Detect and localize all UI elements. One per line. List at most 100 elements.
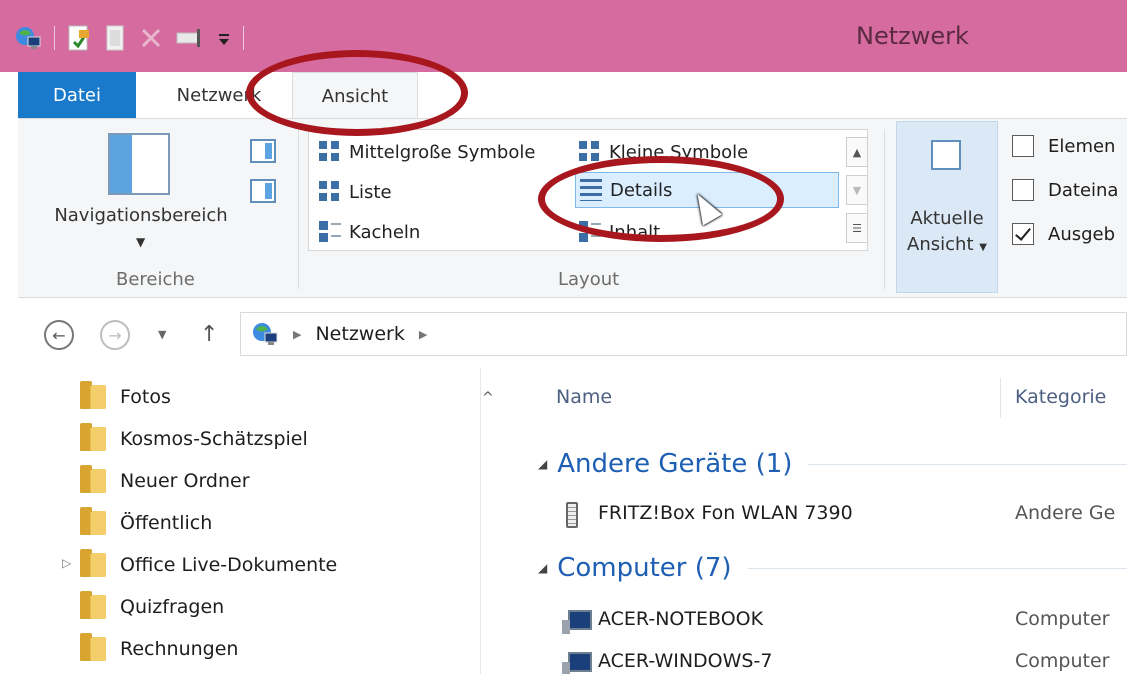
toolbar-separator <box>54 26 55 50</box>
current-view-label-line1: Aktuelle <box>910 208 984 229</box>
scroll-up-chevron-icon[interactable]: ^ <box>482 390 494 406</box>
nav-item-rechnungen[interactable]: Rechnungen <box>80 632 238 666</box>
checkbox-item-checkboxes[interactable]: Elemen <box>1012 131 1115 161</box>
nav-item-public[interactable]: Öffentlich <box>80 506 212 540</box>
group-header-other-devices[interactable]: ◢ Andere Geräte (1) <box>538 444 1127 484</box>
dropdown-arrow-icon: ▼ <box>136 235 146 249</box>
properties-icon[interactable] <box>67 24 91 52</box>
layout-option-label: Mittelgroße Symbole <box>349 141 536 163</box>
gallery-scroll-up-button[interactable]: ▲ <box>846 137 868 167</box>
window-title: Netzwerk <box>856 22 969 50</box>
group-separator <box>884 129 885 289</box>
folder-icon <box>80 591 106 619</box>
address-bar-row: ← → ▼ ↑ ▶ Netzwerk ▶ <box>18 298 1127 368</box>
list-icon <box>319 181 341 203</box>
up-arrow-icon: ↑ <box>200 322 219 347</box>
network-icon[interactable] <box>14 25 42 51</box>
navigation-pane-icon <box>108 133 170 195</box>
item-checkboxes-checkbox[interactable] <box>1012 135 1034 157</box>
nav-item-label: Fotos <box>120 386 171 408</box>
breadcrumb-separator-icon[interactable]: ▶ <box>419 328 427 341</box>
current-view-label: Aktuelle Ansicht ▼ <box>897 206 997 261</box>
file-name: FRITZ!Box Fon WLAN 7390 <box>598 502 853 524</box>
file-row[interactable]: FRITZ!Box Fon WLAN 7390 Andere Ge <box>558 498 1127 532</box>
tab-file[interactable]: Datei <box>18 72 136 118</box>
layout-option-label: Kacheln <box>349 221 421 243</box>
layout-option-label: Liste <box>349 181 392 203</box>
dropdown-arrow-icon: ▼ <box>979 242 987 253</box>
gallery-scroll-down-button[interactable]: ▼ <box>846 175 868 205</box>
breadcrumb-separator-icon[interactable]: ▶ <box>293 328 301 341</box>
breadcrumb-network[interactable]: Netzwerk <box>315 323 404 345</box>
group-label-layout: Layout <box>558 269 620 290</box>
navigation-pane-button[interactable]: Navigationsbereich ▼ <box>36 133 246 263</box>
details-pane-button[interactable] <box>250 179 276 203</box>
layout-option-content[interactable]: Inhalt <box>579 214 660 250</box>
preview-pane-button[interactable] <box>250 139 276 163</box>
file-name: ACER-WINDOWS-7 <box>598 650 773 672</box>
checkbox-label: Dateina <box>1048 179 1119 201</box>
tiles-icon <box>319 221 341 243</box>
file-row[interactable]: ACER-NOTEBOOK Computer <box>558 604 1127 638</box>
current-view-label-line2: Ansicht <box>907 234 974 255</box>
folder-icon <box>80 423 106 451</box>
tab-view[interactable]: Ansicht <box>292 72 418 119</box>
file-extensions-checkbox[interactable] <box>1012 179 1034 201</box>
column-header-name[interactable]: Name <box>556 386 612 408</box>
tab-network[interactable]: Netzwerk <box>144 72 294 118</box>
nav-item-new-folder[interactable]: Neuer Ordner <box>80 464 250 498</box>
group-divider <box>747 567 1127 569</box>
file-category: Computer <box>1015 650 1110 672</box>
nav-item-kosmos[interactable]: Kosmos-Schätzspiel <box>80 422 308 456</box>
folder-icon <box>80 507 106 535</box>
layout-option-label: Details <box>610 179 673 201</box>
small-icons-icon <box>579 141 601 163</box>
column-header-category[interactable]: Kategorie <box>1015 386 1106 408</box>
nav-item-quizfragen[interactable]: Quizfragen <box>80 590 224 624</box>
group-label-panes: Bereiche <box>116 269 195 290</box>
nav-item-label: Quizfragen <box>120 596 225 618</box>
rename-icon[interactable] <box>175 26 205 50</box>
ribbon: Navigationsbereich ▼ Bereiche Mittelgroß… <box>18 118 1127 298</box>
checkbox-file-extensions[interactable]: Dateina <box>1012 175 1118 205</box>
layout-option-label: Inhalt <box>609 221 661 243</box>
title-bar: Netzwerk <box>0 0 1127 72</box>
column-divider[interactable] <box>1000 378 1001 418</box>
nav-item-office-live[interactable]: Office Live-Dokumente <box>80 548 337 582</box>
folder-icon <box>80 549 106 577</box>
medium-icons-icon <box>319 141 341 163</box>
layout-option-tiles[interactable]: Kacheln <box>319 214 420 250</box>
checkbox-hidden-items[interactable]: Ausgeb <box>1012 219 1115 249</box>
nav-pane-scrollbar[interactable] <box>480 368 481 674</box>
checkbox-label: Ausgeb <box>1048 223 1116 245</box>
nav-item-label: Öffentlich <box>120 512 213 534</box>
file-row[interactable]: ACER-WINDOWS-7 Computer <box>558 646 1127 674</box>
nav-item-label: Kosmos-Schätzspiel <box>120 428 308 450</box>
details-icon <box>580 179 602 201</box>
collapse-triangle-icon: ◢ <box>538 561 548 575</box>
up-button[interactable]: ↑ <box>200 322 218 347</box>
network-icon <box>253 323 278 345</box>
layout-gallery: Mittelgroße Symbole Kleine Symbole Liste… <box>308 129 868 251</box>
recent-locations-button[interactable]: ▼ <box>158 328 166 341</box>
ribbon-tab-row: Datei Netzwerk Ansicht <box>18 72 1127 119</box>
hidden-items-checkbox[interactable] <box>1012 223 1034 245</box>
layout-option-medium-icons[interactable]: Mittelgroße Symbole <box>319 134 535 170</box>
layout-option-small-icons[interactable]: Kleine Symbole <box>579 134 748 170</box>
back-button[interactable]: ← <box>44 320 74 350</box>
group-header-computer[interactable]: ◢ Computer (7) <box>538 548 1127 588</box>
address-bar[interactable]: ▶ Netzwerk ▶ <box>240 312 1127 356</box>
file-name: ACER-NOTEBOOK <box>598 608 764 630</box>
navigation-pane-label: Navigationsbereich <box>54 205 228 226</box>
forward-button[interactable]: → <box>100 320 130 350</box>
layout-option-list[interactable]: Liste <box>319 174 392 210</box>
delete-icon[interactable] <box>139 26 163 50</box>
expand-chevron-icon[interactable]: ▷ <box>62 556 71 570</box>
gallery-expand-button[interactable]: ☰ <box>846 213 868 243</box>
customize-qat-icon[interactable] <box>217 26 231 50</box>
nav-item-label: Neuer Ordner <box>120 470 250 492</box>
quick-access-toolbar <box>14 20 244 56</box>
new-folder-icon[interactable] <box>103 24 127 52</box>
current-view-button[interactable]: Aktuelle Ansicht ▼ <box>896 121 998 293</box>
nav-item-fotos[interactable]: Fotos <box>80 380 171 414</box>
